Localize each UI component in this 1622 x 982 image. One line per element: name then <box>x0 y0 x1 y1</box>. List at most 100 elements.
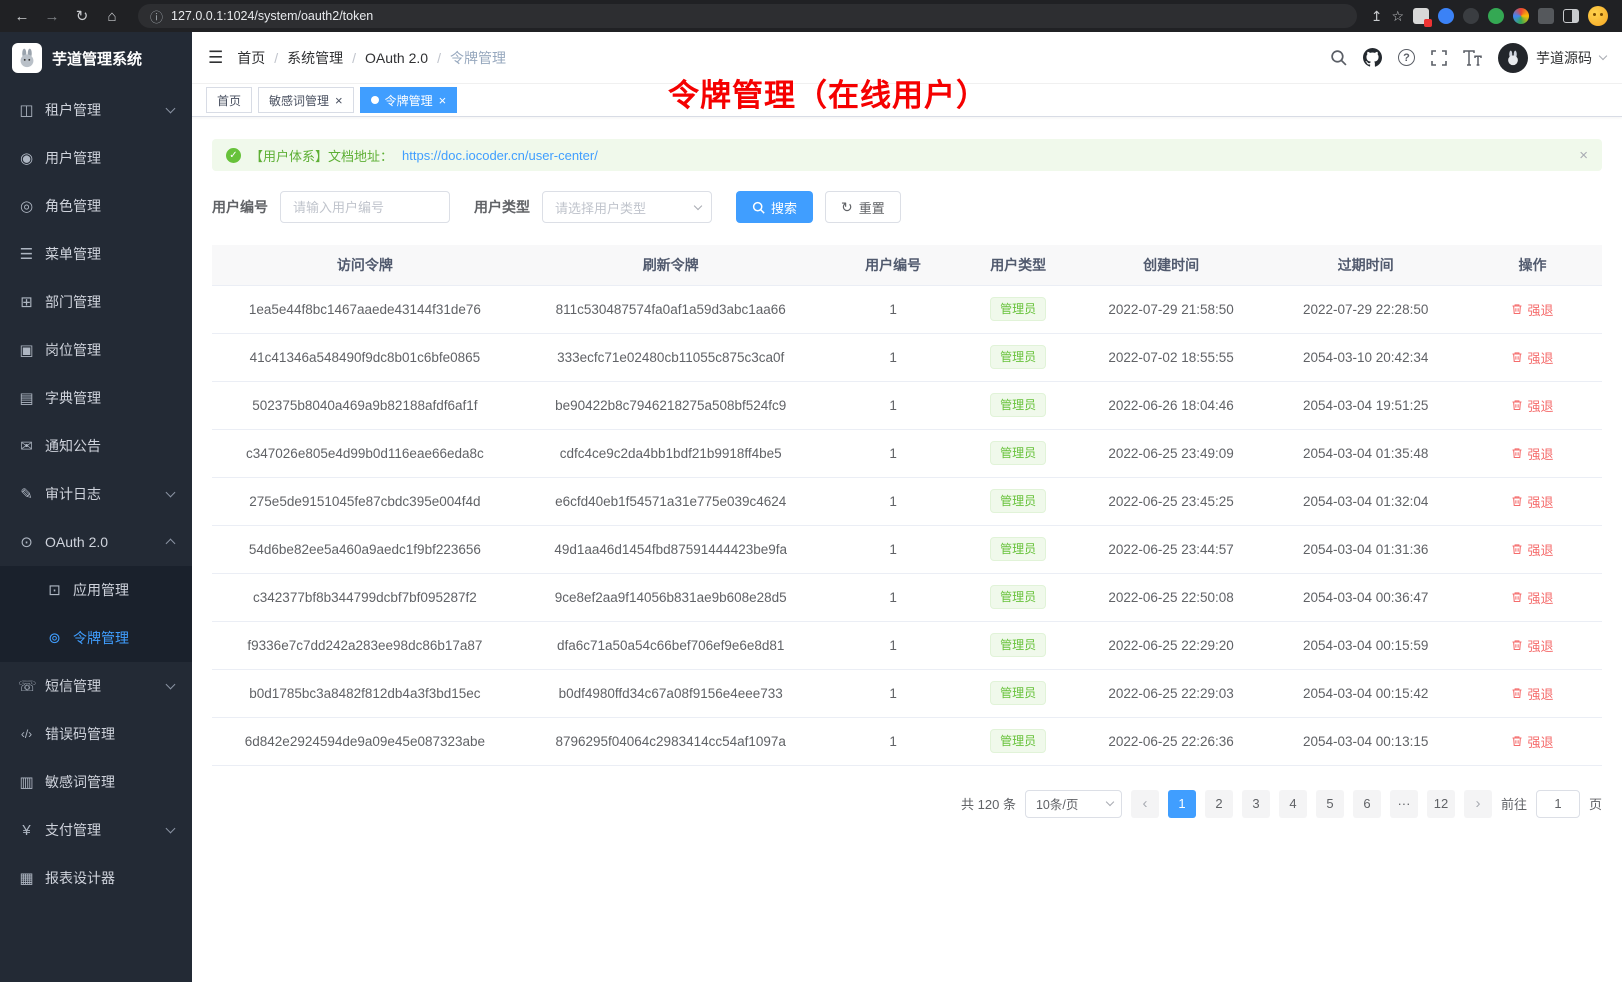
user-type-tag: 管理员 <box>990 537 1046 562</box>
sidebar-collapse-icon[interactable]: ☰ <box>208 48 223 68</box>
sidebar-menu: ◫ 租户管理 ◉ 用户管理 ◎ 角色管理 ☰ 菜单管理 ⊞ 部门管理 ▣ <box>0 84 192 982</box>
force-logout-button[interactable]: 强退 <box>1511 348 1553 367</box>
page-button-3[interactable]: 3 <box>1242 790 1270 818</box>
sidebar-item-notice[interactable]: ✉ 通知公告 <box>0 422 192 470</box>
sidebar-item-sms[interactable]: ☏ 短信管理 <box>0 662 192 710</box>
breadcrumb-system[interactable]: 系统管理 <box>287 48 343 68</box>
extension-dark-icon[interactable] <box>1463 8 1479 24</box>
sidebar-item-dept[interactable]: ⊞ 部门管理 <box>0 278 192 326</box>
force-logout-button[interactable]: 强退 <box>1511 444 1553 463</box>
sidebar-item-tenant[interactable]: ◫ 租户管理 <box>0 86 192 134</box>
sidebar-item-dict[interactable]: ▤ 字典管理 <box>0 374 192 422</box>
tab-home[interactable]: 首页 <box>206 87 252 113</box>
tab-sensitive-word[interactable]: 敏感词管理 × <box>258 87 354 113</box>
site-info-icon[interactable]: ⓘ <box>150 7 163 26</box>
font-size-icon[interactable] <box>1463 50 1482 66</box>
help-icon[interactable]: ? <box>1398 49 1415 66</box>
force-logout-button[interactable]: 强退 <box>1511 732 1553 751</box>
sidebar-item-label: 通知公告 <box>45 436 174 456</box>
search-icon[interactable] <box>1330 49 1347 66</box>
address-bar[interactable]: ⓘ 127.0.0.1:1024/system/oauth2/token <box>138 4 1357 28</box>
tab-token-mgmt[interactable]: 令牌管理 × <box>360 87 458 113</box>
goto-page-input[interactable] <box>1536 790 1580 818</box>
side-panel-icon[interactable] <box>1563 9 1579 23</box>
dict-book-icon: ▤ <box>18 389 35 407</box>
page-button-12[interactable]: 12 <box>1427 790 1455 818</box>
fullscreen-icon[interactable] <box>1431 50 1447 66</box>
page-size-select[interactable]: 10条/页 <box>1025 790 1122 818</box>
sidebar: 芋道管理系统 ◫ 租户管理 ◉ 用户管理 ◎ 角色管理 ☰ 菜单管理 ⊞ 部 <box>0 32 192 982</box>
browser-profile-avatar[interactable] <box>1588 6 1608 26</box>
sidebar-item-payment[interactable]: ¥ 支付管理 <box>0 806 192 854</box>
browser-forward-icon[interactable]: → <box>40 4 64 28</box>
sidebar-item-audit-log[interactable]: ✎ 审计日志 <box>0 470 192 518</box>
app-logo-row[interactable]: 芋道管理系统 <box>0 32 192 84</box>
browser-home-icon[interactable]: ⌂ <box>100 4 124 28</box>
sidebar-item-label: 报表设计器 <box>45 868 174 888</box>
next-page-button[interactable]: › <box>1464 790 1492 818</box>
sidebar-item-app-mgmt[interactable]: ⊡ 应用管理 <box>0 566 192 614</box>
force-logout-button[interactable]: 强退 <box>1511 588 1553 607</box>
reset-button[interactable]: ↻ 重置 <box>825 191 901 223</box>
page-button-4[interactable]: 4 <box>1279 790 1307 818</box>
sidebar-item-token-mgmt[interactable]: ⊚ 令牌管理 <box>0 614 192 662</box>
report-designer-icon: ▦ <box>18 869 35 887</box>
force-logout-button[interactable]: 强退 <box>1511 492 1553 511</box>
browser-reload-icon[interactable]: ↻ <box>70 4 94 28</box>
doc-link[interactable]: https://doc.iocoder.cn/user-center/ <box>402 148 598 163</box>
extension-green-icon[interactable] <box>1488 8 1504 24</box>
user-type-cell: 管理员 <box>963 477 1074 525</box>
action-cell: 强退 <box>1463 477 1602 525</box>
force-logout-button[interactable]: 强退 <box>1511 540 1553 559</box>
user-type-select[interactable]: 请选择用户类型 <box>542 191 712 223</box>
user-type-cell: 管理员 <box>963 381 1074 429</box>
force-logout-button[interactable]: 强退 <box>1511 684 1553 703</box>
browser-back-icon[interactable]: ← <box>10 4 34 28</box>
force-logout-button[interactable]: 强退 <box>1511 636 1553 655</box>
force-logout-button[interactable]: 强退 <box>1511 396 1553 415</box>
breadcrumb-oauth[interactable]: OAuth 2.0 <box>365 50 428 66</box>
extension-pinwheel-icon[interactable] <box>1513 8 1529 24</box>
page-button-2[interactable]: 2 <box>1205 790 1233 818</box>
search-button[interactable]: 搜索 <box>736 191 813 223</box>
tab-close-icon[interactable]: × <box>335 94 343 107</box>
extension-blue-icon[interactable] <box>1438 8 1454 24</box>
trash-icon <box>1511 687 1523 699</box>
force-logout-button[interactable]: 强退 <box>1511 300 1553 319</box>
github-icon[interactable] <box>1363 48 1382 67</box>
url-text[interactable]: 127.0.0.1:1024/system/oauth2/token <box>171 9 373 23</box>
user-id-cell: 1 <box>824 669 963 717</box>
user-menu[interactable]: 芋道源码 <box>1498 43 1606 73</box>
sidebar-item-report-designer[interactable]: ▦ 报表设计器 <box>0 854 192 902</box>
page-button-5[interactable]: 5 <box>1316 790 1344 818</box>
bookmark-star-icon[interactable]: ☆ <box>1391 8 1404 25</box>
page-button-6[interactable]: 6 <box>1353 790 1381 818</box>
token-icon: ⊚ <box>46 629 63 647</box>
extensions-puzzle-icon[interactable] <box>1538 8 1554 24</box>
share-icon[interactable]: ↥ <box>1371 8 1383 25</box>
breadcrumb-home[interactable]: 首页 <box>237 48 265 68</box>
sidebar-item-menu-mgmt[interactable]: ☰ 菜单管理 <box>0 230 192 278</box>
user-id-input[interactable] <box>280 191 450 223</box>
sidebar-item-error-code[interactable]: ‹/› 错误码管理 <box>0 710 192 758</box>
breadcrumb-separator: / <box>437 50 441 66</box>
tab-label: 令牌管理 <box>385 92 433 109</box>
user-type-tag: 管理员 <box>990 585 1046 610</box>
alert-close-icon[interactable]: × <box>1579 147 1588 164</box>
sidebar-item-post[interactable]: ▣ 岗位管理 <box>0 326 192 374</box>
app-logo-icon <box>12 43 42 73</box>
more-pages-button[interactable]: ··· <box>1390 790 1418 818</box>
sidebar-item-role[interactable]: ◎ 角色管理 <box>0 182 192 230</box>
sidebar-item-user[interactable]: ◉ 用户管理 <box>0 134 192 182</box>
tab-close-icon[interactable]: × <box>439 94 447 107</box>
pagination: 共 120 条 10条/页 ‹ 1 2 3 4 5 6 ··· 12 › 前往 … <box>212 790 1602 818</box>
success-check-icon: ✓ <box>226 148 241 163</box>
extension-badged-icon[interactable] <box>1413 8 1429 24</box>
prev-page-button[interactable]: ‹ <box>1131 790 1159 818</box>
sidebar-item-sensitive-word[interactable]: ▥ 敏感词管理 <box>0 758 192 806</box>
page-button-1[interactable]: 1 <box>1168 790 1196 818</box>
payment-yen-icon: ¥ <box>18 822 35 839</box>
sidebar-item-oauth[interactable]: ⊙ OAuth 2.0 <box>0 518 192 566</box>
col-user-id: 用户编号 <box>824 245 963 285</box>
sidebar-item-label: 菜单管理 <box>45 244 174 264</box>
